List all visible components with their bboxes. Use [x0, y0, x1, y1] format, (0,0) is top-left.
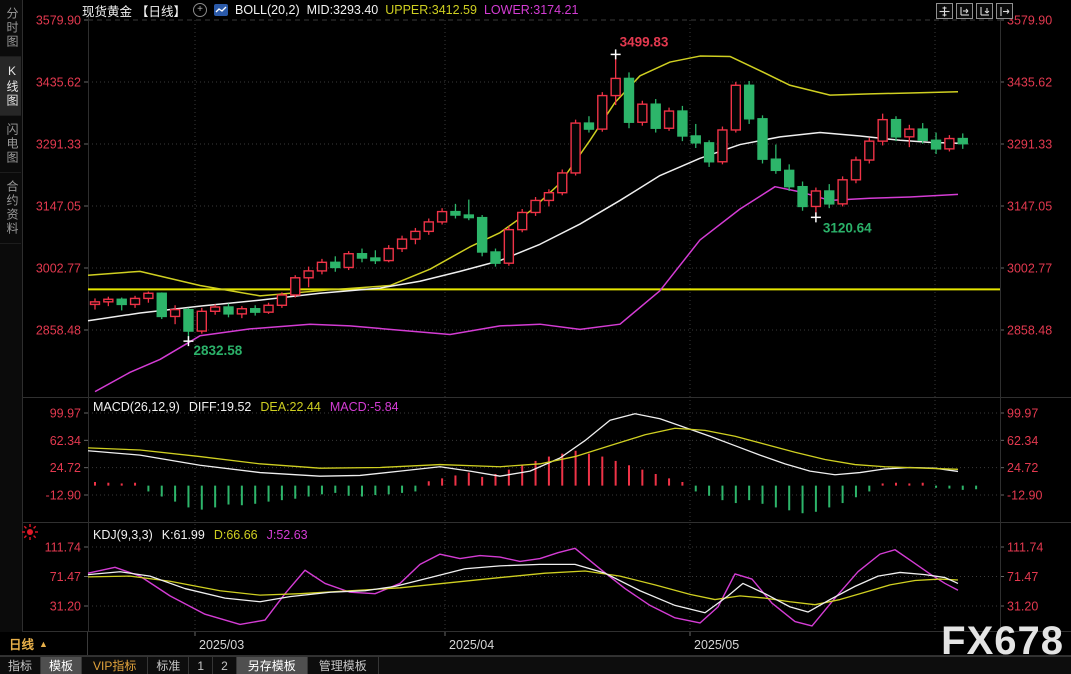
axis-label: -12.90 [1007, 489, 1042, 503]
sidebar-tab-闪电图[interactable]: 闪电图 [0, 116, 21, 173]
sidebar: 分时图K线图闪电图合约资料 [0, 0, 23, 632]
x-axis: 2025/03 2025/04 2025/05 [195, 632, 739, 652]
boll-upper-value: UPPER:3412.59 [385, 3, 477, 17]
kdj-j-line [88, 548, 958, 626]
axis-label: 31.20 [1007, 600, 1038, 614]
date-label: 2025/03 [199, 638, 244, 652]
axis-label: 3002.77 [36, 261, 81, 275]
axis-label: 3291.33 [36, 138, 81, 152]
macd-dea-line [88, 428, 958, 469]
axis-label: 3291.33 [1007, 138, 1052, 152]
date-label: 2025/05 [694, 638, 739, 652]
macd-macd-value: MACD:-5.84 [330, 400, 399, 414]
boll-lower-value: LOWER:3174.21 [484, 3, 579, 17]
hot-indicator-icon[interactable] [21, 523, 39, 546]
toolbar-item-指标[interactable]: 指标 [0, 657, 41, 674]
kdj-d-value: D:66.66 [214, 528, 258, 542]
axis-label: 3579.90 [36, 14, 81, 28]
axis-label: 3147.05 [1007, 199, 1052, 213]
axis-label: 3435.62 [1007, 75, 1052, 89]
period-selector[interactable]: 日线 ▲ [0, 632, 88, 655]
candlesticks [91, 54, 968, 341]
toolbar-item-模板[interactable]: 模板 [41, 657, 82, 674]
macd-pane-header: MACD(26,12,9) DIFF:19.52 DEA:22.44 MACD:… [93, 400, 399, 414]
crosshair-move-icon[interactable] [936, 3, 953, 19]
sidebar-tab-合约资料[interactable]: 合约资料 [0, 173, 21, 244]
extreme-price-label: 3120.64 [823, 220, 872, 235]
kdj-j-value: J:52.63 [267, 528, 308, 542]
shift-right-icon[interactable] [996, 3, 1013, 19]
axis-label: 31.20 [50, 600, 81, 614]
kdj-title: KDJ(9,3,3) [93, 528, 153, 542]
boll-upper-line [88, 56, 958, 296]
boll-mid-value: MID:3293.40 [307, 3, 379, 17]
macd-diff-value: DIFF:19.52 [189, 400, 252, 414]
axis-label: 111.74 [45, 541, 81, 555]
axis-label: 24.72 [50, 461, 81, 475]
toolbar-item-管理模板[interactable]: 管理模板 [308, 657, 379, 674]
kdj-pane-header: KDJ(9,3,3) K:61.99 D:66.66 J:52.63 [93, 528, 308, 542]
axis-label: 71.47 [50, 570, 81, 584]
toolbar-item-标准[interactable]: 标准 [148, 657, 189, 674]
sidebar-tab-K线图[interactable]: K线图 [0, 57, 21, 116]
axis-label: 2858.48 [1007, 324, 1052, 338]
kdj-k-value: K:61.99 [162, 528, 205, 542]
axis-label: 62.34 [1007, 434, 1038, 448]
axis-label: 3147.05 [36, 199, 81, 213]
axis-label: 99.97 [50, 407, 81, 421]
axis-zoom-left-icon[interactable] [956, 3, 973, 19]
axis-zoom-right-icon[interactable] [976, 3, 993, 19]
chevron-up-icon: ▲ [39, 639, 48, 649]
axis-label: 71.47 [1007, 570, 1038, 584]
toolbar-item-另存模板[interactable]: 另存模板 [237, 657, 308, 674]
chart-application: 3579.90 3579.90 3435.62 3435.62 3291.33 3291.… [0, 0, 1071, 673]
macd-pane [88, 414, 976, 514]
axis-label: 62.34 [50, 434, 81, 448]
axis-label: 111.74 [1007, 541, 1043, 555]
symbol-name: 现货黄金 [82, 1, 132, 20]
chart-canvas[interactable]: 3579.90 3579.90 3435.62 3435.62 3291.33 3291.… [0, 0, 1071, 673]
axis-label: 24.72 [1007, 461, 1038, 475]
kdj-k-line [88, 564, 958, 612]
macd-title: MACD(26,12,9) [93, 400, 180, 414]
toolbar-item-VIP指标[interactable]: VIP指标 [82, 657, 148, 674]
chart-tool-icons [936, 3, 1013, 19]
extreme-price-label: 2832.58 [193, 343, 242, 358]
sidebar-tab-分时图[interactable]: 分时图 [0, 0, 21, 57]
axis-label: 3579.90 [1007, 14, 1052, 28]
axis-label: 99.97 [1007, 407, 1038, 421]
kdj-d-line [88, 571, 958, 605]
mini-chart-icon[interactable] [214, 4, 228, 16]
macd-dea-value: DEA:22.44 [260, 400, 320, 414]
period-selector-label: 日线 [9, 634, 34, 653]
circle-plus-icon[interactable]: + [193, 3, 207, 17]
date-label: 2025/04 [449, 638, 494, 652]
axis-label: 3002.77 [1007, 261, 1052, 275]
toolbar-item-2[interactable]: 2 [213, 657, 237, 674]
bottom-toolbar: 指标模板VIP指标标准12另存模板管理模板 [0, 656, 1071, 674]
axis-label: 2858.48 [36, 324, 81, 338]
extreme-price-label: 3499.83 [620, 34, 669, 49]
period-tag: 【日线】 [136, 1, 186, 20]
kdj-pane [88, 548, 958, 626]
watermark: FX678 [941, 621, 1064, 661]
boll-indicator-label: BOLL(20,2) [235, 3, 300, 17]
axis-label: -12.90 [46, 489, 81, 503]
main-chart-header: 现货黄金 【日线】 + BOLL(20,2) MID:3293.40 UPPER… [82, 2, 578, 18]
toolbar-item-1[interactable]: 1 [189, 657, 213, 674]
axis-label: 3435.62 [36, 75, 81, 89]
price-annotations: 3499.83 3120.64 2832.58 [183, 34, 872, 358]
